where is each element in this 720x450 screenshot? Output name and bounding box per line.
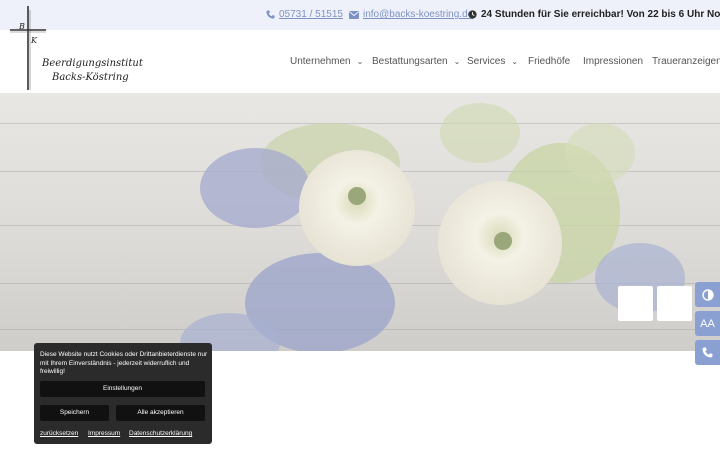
nav-label: Services: [467, 56, 506, 67]
nav-services[interactable]: Services ⌄: [467, 56, 518, 68]
nav-unternehmen[interactable]: Unternehmen ⌄: [290, 56, 363, 68]
cookie-banner: Diese Website nutzt Cookies oder Drittan…: [34, 343, 212, 444]
hero-image: [0, 93, 720, 351]
clock-icon: [468, 10, 477, 19]
nav-friedhoefe[interactable]: Friedhöfe: [528, 56, 570, 68]
phone-link[interactable]: 05731 / 51515: [279, 9, 343, 20]
nav-label: Traueranzeigen: [652, 56, 720, 67]
cookie-settings-button[interactable]: Einstellungen: [40, 381, 205, 397]
email-link[interactable]: info@backs-koestring.de: [363, 9, 473, 20]
nav-traueranzeigen[interactable]: Traueranzeigen: [652, 56, 720, 68]
cookie-reset-link[interactable]: zurücksetzen: [40, 430, 78, 437]
logo-initial-b: B: [19, 22, 25, 31]
cookie-imprint-link[interactable]: Impressum: [88, 430, 120, 437]
nav-label: Impressionen: [583, 56, 644, 67]
slider-control-right[interactable]: [657, 286, 692, 321]
nav-impressionen[interactable]: Impressionen: [583, 56, 643, 68]
cookie-save-button[interactable]: Speichern: [40, 405, 109, 421]
logo-name-line2: Backs-Köstring: [52, 72, 129, 83]
chevron-down-icon: ⌄: [511, 57, 519, 66]
font-size-icon: AA: [700, 317, 715, 330]
logo[interactable]: B K Beerdigungsinstitut Backs-Köstring: [8, 6, 143, 90]
phone-contact[interactable]: 05731 / 51515: [266, 8, 343, 22]
nav-label: Friedhöfe: [528, 56, 571, 67]
nav-bestattungsarten[interactable]: Bestattungsarten ⌄: [372, 56, 460, 68]
email-contact[interactable]: info@backs-koestring.de: [349, 8, 473, 22]
contrast-icon: [701, 288, 714, 301]
nav-label: Unternehmen: [290, 56, 351, 67]
cookie-privacy-link[interactable]: Datenschutzerklärung: [129, 430, 192, 437]
flower-arrangement-image: [180, 103, 685, 351]
slider-control-left[interactable]: [618, 286, 653, 321]
nav-label: Bestattungsarten: [372, 56, 448, 67]
chevron-down-icon: ⌄: [356, 57, 364, 66]
logo-name-line1: Beerdigungsinstitut: [42, 58, 143, 69]
contrast-button[interactable]: [695, 282, 720, 307]
chevron-down-icon: ⌄: [453, 57, 461, 66]
logo-initial-k: K: [31, 36, 37, 45]
font-size-button[interactable]: AA: [695, 311, 720, 336]
cookie-text: Diese Website nutzt Cookies oder Drittan…: [40, 351, 208, 375]
hours-text: 24 Stunden für Sie erreichbar! Von 22 bi…: [481, 9, 720, 20]
call-button[interactable]: [695, 340, 720, 365]
site-header: B K Beerdigungsinstitut Backs-Köstring U…: [0, 6, 720, 93]
phone-icon: [702, 347, 713, 358]
cookie-accept-all-button[interactable]: Alle akzeptieren: [116, 405, 205, 421]
mail-icon: [349, 11, 359, 19]
cross-logo-icon: [10, 6, 46, 90]
opening-hours: 24 Stunden für Sie erreichbar! Von 22 bi…: [468, 8, 720, 22]
phone-icon: [266, 10, 275, 19]
